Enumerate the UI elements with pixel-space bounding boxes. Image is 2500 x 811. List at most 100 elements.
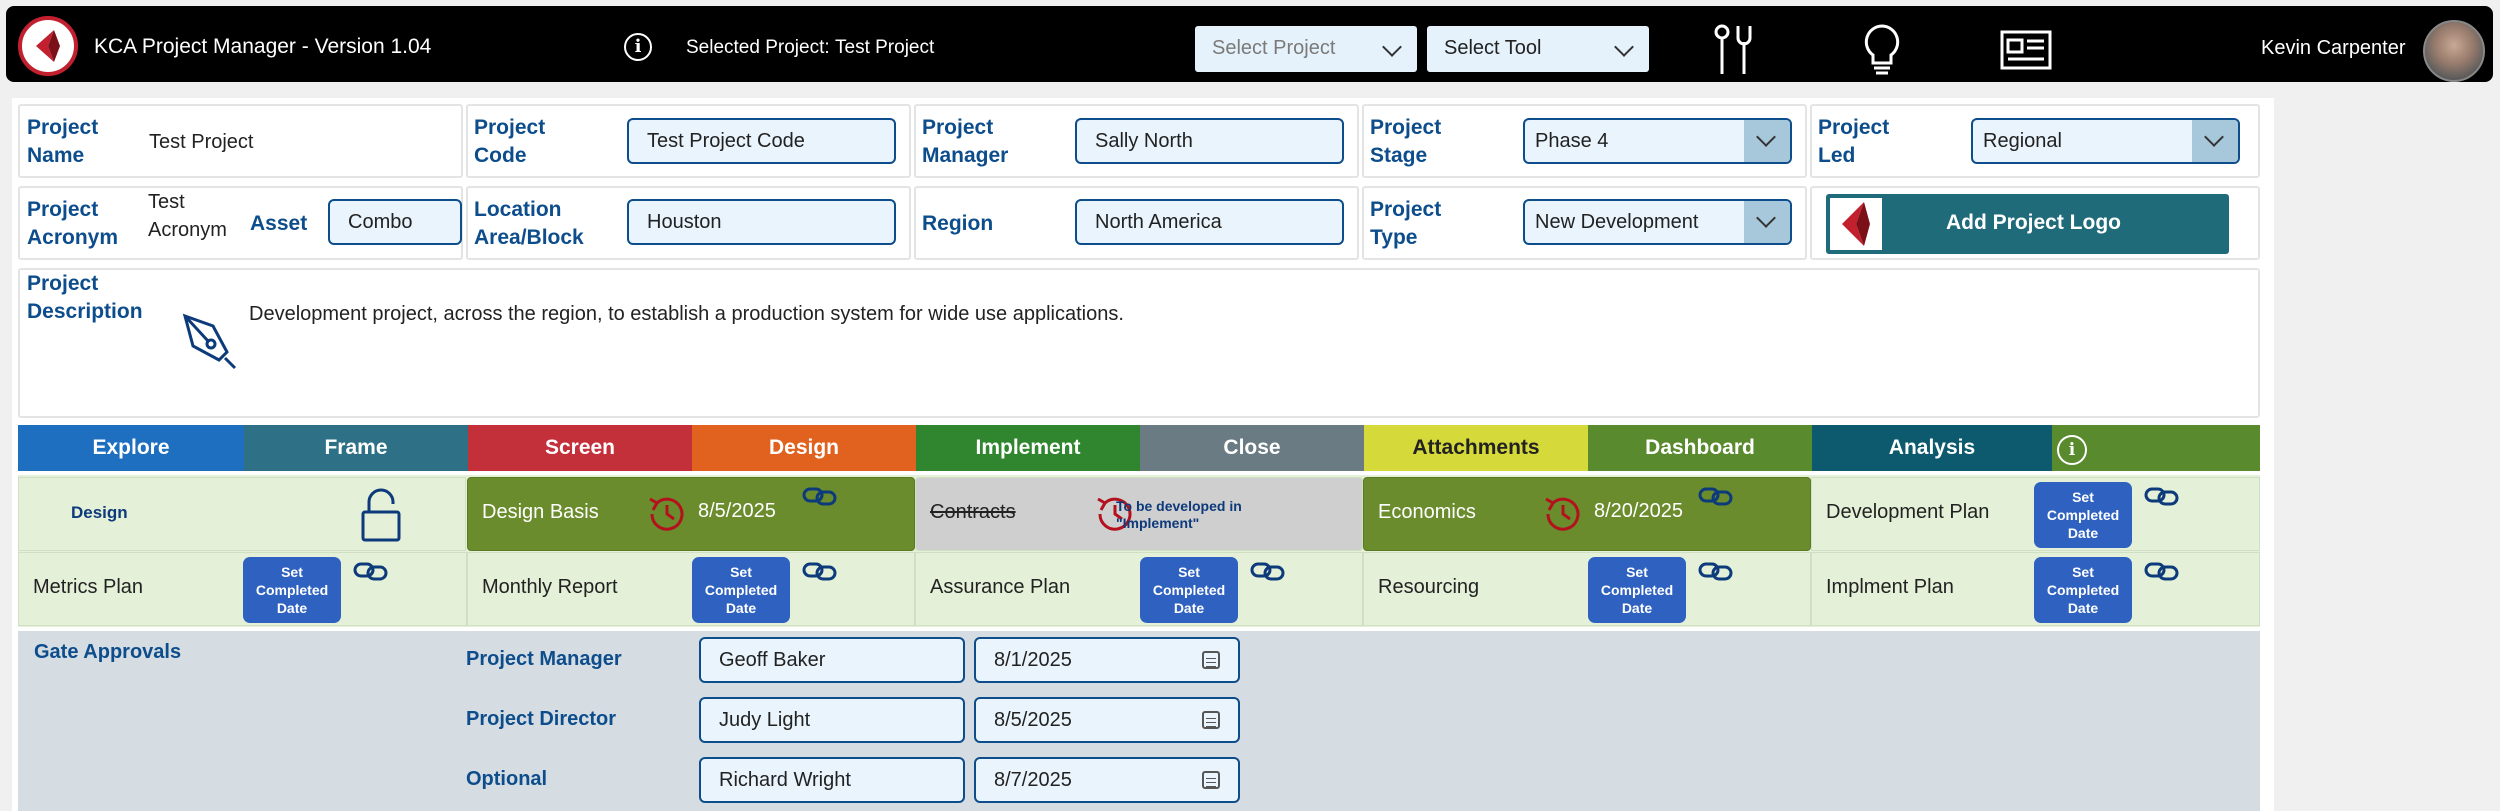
tab-design[interactable]: Design — [692, 425, 916, 471]
info-icon[interactable]: i — [624, 33, 652, 61]
select-project-dropdown[interactable]: Select Project — [1195, 26, 1417, 72]
gate-approvals-title: Gate Approvals — [34, 641, 182, 663]
gate-name-input[interactable]: Geoff Baker — [699, 637, 965, 683]
location-label: Location Area/Block — [474, 198, 584, 249]
gate-date-picker[interactable]: 8/5/2025 — [974, 697, 1240, 743]
project-code-label: Project Code — [474, 116, 546, 167]
right-background — [2274, 98, 2500, 811]
brand-logo-icon[interactable] — [18, 16, 78, 76]
gate-date-value: 8/7/2025 — [994, 769, 1072, 791]
tab-dashboard[interactable]: Dashboard — [1588, 425, 1812, 471]
project-manager-input[interactable]: Sally North — [1075, 118, 1344, 164]
select-project-placeholder: Select Project — [1212, 37, 1336, 59]
region-label: Region — [922, 212, 994, 235]
project-code-input[interactable]: Test Project Code — [627, 118, 896, 164]
chevron-down-icon — [1614, 37, 1634, 57]
user-name: Kevin Carpenter — [2261, 37, 2406, 59]
project-type-select[interactable]: New Development — [1523, 199, 1792, 245]
chevron-down-icon[interactable] — [1744, 201, 1790, 243]
link-icon[interactable] — [1250, 559, 1286, 583]
set-completed-date-button[interactable]: Set Completed Date — [2034, 557, 2132, 623]
gate-name-input[interactable]: Judy Light — [699, 697, 965, 743]
economics-cell[interactable]: Economics 8/20/2025 — [1363, 477, 1811, 551]
set-completed-date-button[interactable]: Set Completed Date — [1588, 557, 1686, 623]
calendar-icon[interactable] — [1202, 711, 1220, 729]
link-icon[interactable] — [802, 484, 838, 508]
unlock-icon[interactable] — [359, 486, 403, 544]
project-acronym-value: Test Acronym — [148, 191, 227, 241]
gate-date-picker[interactable]: 8/7/2025 — [974, 757, 1240, 803]
project-type-label: Project Type — [1370, 198, 1442, 249]
tab-explore[interactable]: Explore — [18, 425, 244, 471]
link-icon[interactable] — [1698, 484, 1734, 508]
region-input[interactable]: North America — [1075, 199, 1344, 245]
add-project-logo-button[interactable]: Add Project Logo — [1826, 194, 2229, 254]
assurance-plan-name: Assurance Plan — [930, 576, 1071, 598]
gate-name-input[interactable]: Richard Wright — [699, 757, 965, 803]
gate-date-value: 8/5/2025 — [994, 709, 1072, 731]
tab-close[interactable]: Close — [1140, 425, 1364, 471]
gate-role-optional: Optional — [466, 768, 548, 790]
project-led-select[interactable]: Regional — [1971, 118, 2240, 164]
monthly-report-cell: Monthly Report Set Completed Date — [467, 552, 915, 626]
info-icon[interactable]: i — [2057, 435, 2087, 465]
chevron-down-icon — [1382, 37, 1402, 57]
design-title-cell: Design — [18, 477, 466, 551]
calendar-icon[interactable] — [1202, 651, 1220, 669]
link-icon[interactable] — [1698, 559, 1734, 583]
gate-role-project-manager: Project Manager — [466, 648, 622, 670]
pen-icon[interactable] — [175, 308, 241, 374]
calendar-icon[interactable] — [1202, 771, 1220, 789]
set-completed-date-button[interactable]: Set Completed Date — [692, 557, 790, 623]
history-icon[interactable] — [644, 491, 690, 537]
newspaper-icon[interactable] — [1996, 22, 2054, 78]
implement-plan-name: Implment Plan — [1826, 576, 1954, 598]
tab-screen[interactable]: Screen — [468, 425, 692, 471]
link-icon[interactable] — [353, 559, 389, 583]
tab-attachments[interactable]: Attachments — [1364, 425, 1588, 471]
resourcing-name: Resourcing — [1378, 576, 1480, 598]
selected-project-value: Test Project — [835, 37, 935, 58]
lightbulb-icon[interactable] — [1857, 22, 1907, 78]
gate-role-project-director: Project Director — [466, 708, 617, 730]
project-led-value: Regional — [1983, 130, 2062, 152]
selected-project-label: Selected Project: — [686, 37, 830, 58]
gate-date-picker[interactable]: 8/1/2025 — [974, 637, 1240, 683]
project-led-label: Project Led — [1818, 116, 1890, 167]
project-type-value: New Development — [1535, 211, 1699, 233]
project-stage-select[interactable]: Phase 4 — [1523, 118, 1792, 164]
link-icon[interactable] — [2144, 484, 2180, 508]
project-manager-label: Project Manager — [922, 116, 1009, 167]
metrics-plan-cell: Metrics Plan Set Completed Date — [18, 552, 467, 626]
tab-implement[interactable]: Implement — [916, 425, 1140, 471]
metrics-plan-name: Metrics Plan — [33, 576, 144, 598]
phase-tabs: Explore Frame Screen Design Implement Cl… — [18, 425, 2260, 471]
monthly-report-name: Monthly Report — [482, 576, 618, 598]
avatar[interactable] — [2423, 20, 2485, 82]
tools-icon[interactable] — [1708, 22, 1758, 78]
tab-analysis[interactable]: Analysis — [1812, 425, 2052, 471]
tab-frame[interactable]: Frame — [244, 425, 468, 471]
location-input[interactable]: Houston — [627, 199, 896, 245]
contracts-note: To be developed in "Implement" — [1116, 498, 1242, 531]
link-icon[interactable] — [802, 559, 838, 583]
set-completed-date-button[interactable]: Set Completed Date — [243, 557, 341, 623]
resourcing-cell: Resourcing Set Completed Date — [1363, 552, 1811, 626]
select-tool-dropdown[interactable]: Select Tool — [1427, 26, 1649, 72]
economics-name: Economics — [1378, 501, 1476, 523]
asset-input[interactable]: Combo — [328, 199, 462, 245]
history-icon[interactable] — [1540, 491, 1586, 537]
chevron-down-icon[interactable] — [1744, 120, 1790, 162]
implement-plan-cell: Implment Plan Set Completed Date — [1811, 552, 2260, 626]
contracts-cell[interactable]: Contracts To be developed in "Implement" — [915, 477, 1363, 551]
economics-date: 8/20/2025 — [1594, 500, 1683, 522]
chevron-down-icon[interactable] — [2192, 120, 2238, 162]
top-bar: KCA Project Manager - Version 1.04 i Sel… — [6, 6, 2493, 82]
assurance-plan-cell: Assurance Plan Set Completed Date — [915, 552, 1363, 626]
contracts-name: Contracts — [930, 501, 1016, 523]
set-completed-date-button[interactable]: Set Completed Date — [2034, 482, 2132, 548]
set-completed-date-button[interactable]: Set Completed Date — [1140, 557, 1238, 623]
link-icon[interactable] — [2144, 559, 2180, 583]
design-basis-cell[interactable]: Design Basis 8/5/2025 — [467, 477, 915, 551]
gate-date-value: 8/1/2025 — [994, 649, 1072, 671]
